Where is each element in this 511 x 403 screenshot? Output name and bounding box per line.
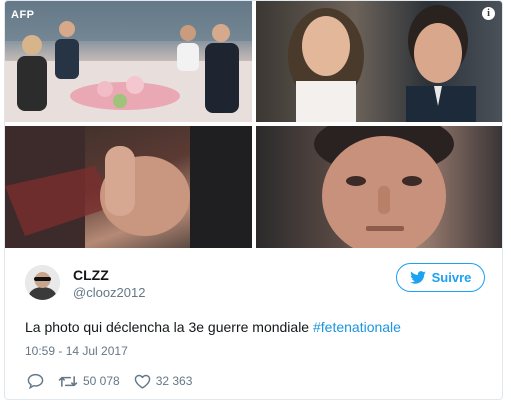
avatar-image	[25, 265, 60, 300]
author-handle[interactable]: @clooz2012	[73, 285, 145, 300]
reply-icon	[27, 373, 44, 389]
agency-watermark: AFP	[11, 9, 35, 21]
like-button[interactable]: 32 363	[134, 374, 193, 389]
media-grid[interactable]: AFP i	[5, 1, 502, 248]
follow-button[interactable]: Suivre	[396, 263, 485, 292]
avatar[interactable]	[25, 265, 60, 300]
follow-label: Suivre	[431, 270, 472, 285]
action-bar: 50 078 32 363	[27, 372, 206, 390]
photo-dinner-illustration	[5, 1, 252, 122]
retweet-button[interactable]: 50 078	[58, 374, 120, 389]
photo-hand-illustration	[5, 126, 252, 248]
photo-tile-dinner[interactable]: AFP	[5, 1, 252, 122]
photo-tile-face[interactable]	[256, 126, 502, 248]
tweet-card: AFP i CLZZ @clooz2012 Suivre La photo qu…	[4, 0, 503, 400]
retweet-icon	[58, 375, 78, 387]
info-icon[interactable]: i	[482, 7, 495, 20]
photo-tile-hand[interactable]	[5, 126, 252, 248]
tweet-text: La photo qui déclencha la 3e guerre mond…	[25, 319, 401, 335]
photo-face-illustration	[314, 126, 454, 248]
tweet-body: La photo qui déclencha la 3e guerre mond…	[25, 319, 313, 335]
author-name[interactable]: CLZZ	[73, 267, 109, 283]
hashtag-link[interactable]: #fetenationale	[313, 319, 401, 335]
retweet-count: 50 078	[83, 374, 120, 388]
reply-button[interactable]	[27, 373, 44, 389]
like-count: 32 363	[155, 374, 193, 388]
tweet-timestamp[interactable]: 10:59 - 14 Jul 2017	[25, 344, 128, 358]
bird-icon	[409, 271, 426, 284]
photo-tile-closeup[interactable]: i	[256, 1, 502, 122]
heart-icon	[134, 374, 150, 389]
photo-closeup-illustration	[288, 5, 476, 122]
